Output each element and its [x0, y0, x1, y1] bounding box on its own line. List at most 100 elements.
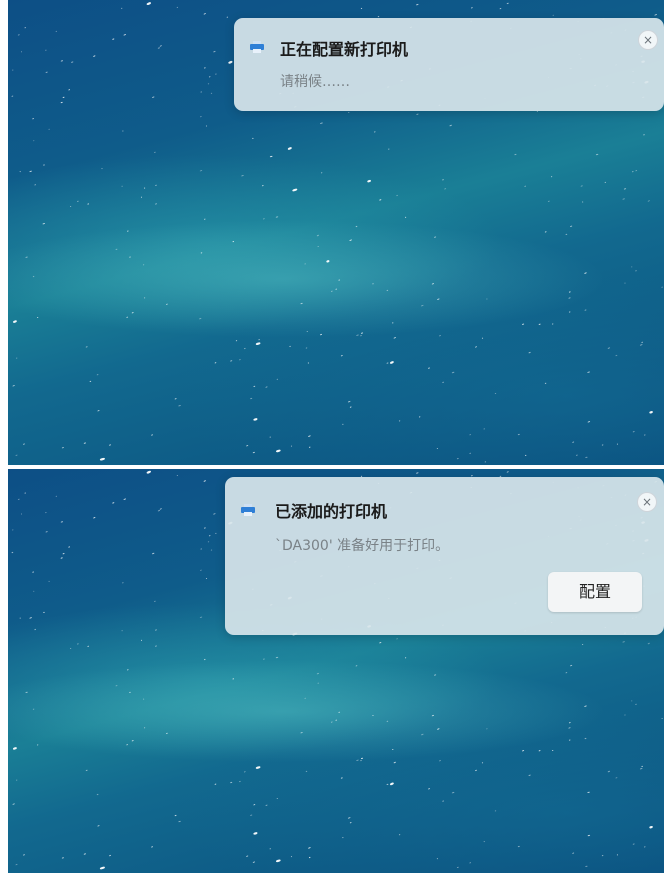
star: [644, 846, 646, 848]
star: [392, 322, 394, 324]
star: [151, 96, 155, 98]
star: [494, 810, 497, 812]
star: [204, 527, 206, 529]
star: [486, 298, 488, 300]
star: [112, 502, 115, 504]
star: [405, 657, 407, 659]
close-button[interactable]: ×: [637, 492, 657, 512]
star: [200, 569, 202, 571]
star: [360, 760, 362, 762]
star: [208, 76, 211, 78]
star: [122, 582, 124, 584]
star: [631, 700, 633, 702]
star: [48, 580, 50, 582]
star: [146, 470, 151, 474]
notification-configuring-printer[interactable]: 正在配置新打印机 请稍候…… ×: [234, 18, 664, 111]
star: [347, 817, 351, 819]
star: [552, 14, 554, 16]
star: [349, 239, 353, 241]
star: [143, 264, 145, 266]
star: [131, 312, 134, 314]
star: [101, 168, 103, 170]
star: [200, 91, 202, 93]
star: [37, 316, 39, 319]
star: [253, 418, 258, 421]
star: [204, 218, 206, 220]
star: [228, 60, 233, 64]
star: [585, 456, 588, 458]
star: [580, 185, 583, 187]
star: [144, 297, 146, 299]
star: [292, 188, 298, 192]
star: [166, 303, 168, 305]
star: [565, 233, 568, 235]
star: [641, 341, 643, 343]
star: [568, 291, 571, 293]
star: [584, 309, 587, 311]
star: [115, 248, 118, 250]
star: [356, 334, 359, 336]
star: [77, 643, 79, 645]
star: [34, 628, 36, 631]
star: [146, 2, 151, 5]
star: [522, 750, 525, 752]
star: [300, 302, 303, 305]
star: [644, 434, 646, 436]
star: [428, 788, 430, 790]
star: [379, 199, 382, 201]
notification-printer-added[interactable]: 已添加的打印机 `DA300' 准备好用于打印。 × 配置: [225, 477, 664, 635]
star: [99, 457, 105, 461]
star: [108, 854, 112, 857]
star: [203, 13, 207, 15]
star: [390, 782, 394, 786]
star: [25, 691, 28, 693]
star: [239, 359, 241, 361]
star: [587, 791, 590, 794]
star: [210, 92, 213, 94]
star: [305, 347, 308, 349]
star: [632, 843, 635, 845]
star: [568, 297, 571, 299]
star: [37, 744, 39, 746]
notification-body: `DA300' 准备好用于打印。: [275, 538, 450, 554]
star: [632, 171, 634, 173]
star: [528, 774, 531, 776]
star: [305, 770, 308, 772]
star: [71, 61, 74, 63]
star: [246, 855, 249, 857]
star: [386, 783, 389, 785]
star: [287, 147, 292, 150]
star: [97, 410, 100, 412]
star: [230, 360, 233, 362]
configure-button[interactable]: 配置: [548, 572, 642, 612]
star: [230, 781, 233, 784]
star: [392, 748, 394, 751]
star: [214, 362, 217, 364]
star: [129, 691, 131, 693]
star: [436, 858, 438, 860]
star: [207, 83, 210, 85]
star: [253, 385, 256, 388]
star: [661, 717, 663, 720]
star: [77, 200, 79, 202]
star: [386, 720, 389, 722]
star: [121, 7, 123, 9]
star: [416, 472, 419, 474]
star: [151, 846, 154, 848]
star: [11, 551, 14, 554]
close-button[interactable]: ×: [638, 30, 658, 50]
star: [442, 179, 444, 181]
star: [538, 323, 541, 325]
star: [131, 740, 134, 742]
star: [356, 759, 359, 761]
star: [214, 783, 217, 785]
star: [199, 616, 203, 618]
star: [483, 428, 486, 430]
star: [121, 630, 123, 632]
star: [379, 642, 382, 644]
star: [635, 270, 637, 272]
star: [601, 444, 604, 446]
star: [320, 122, 323, 124]
star: [481, 337, 484, 339]
star: [12, 529, 14, 531]
